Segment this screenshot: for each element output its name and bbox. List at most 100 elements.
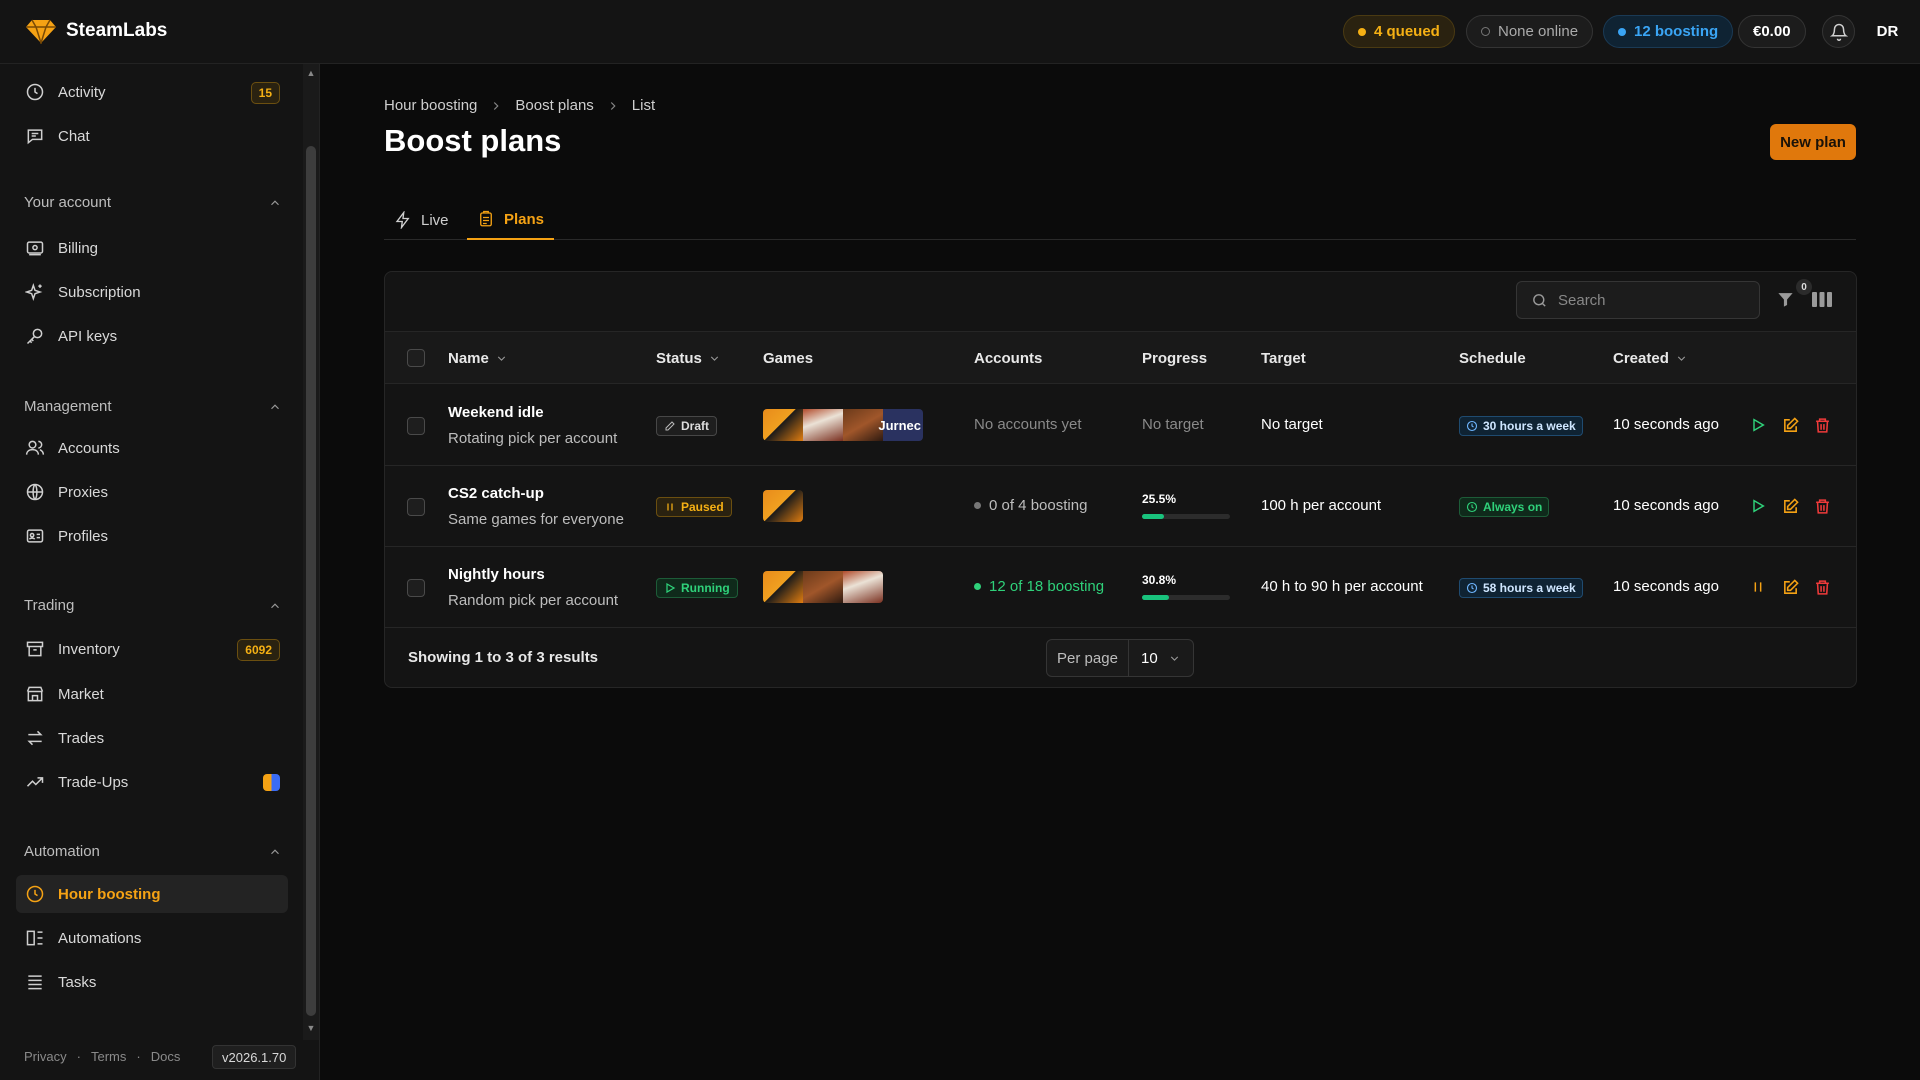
table-row[interactable]: Weekend idle Rotating pick per account D… xyxy=(385,385,1856,466)
chevron-right-icon xyxy=(606,99,620,113)
app-logo[interactable]: SteamLabs xyxy=(26,18,167,44)
new-plan-button[interactable]: New plan xyxy=(1770,124,1856,160)
filter-icon xyxy=(1778,293,1793,307)
edit-button[interactable] xyxy=(1780,415,1800,435)
bell-icon xyxy=(1829,23,1848,41)
queued-pill[interactable]: 4 queued xyxy=(1343,15,1455,48)
plan-name[interactable]: Nightly hours xyxy=(448,566,545,583)
search-icon xyxy=(1533,293,1546,307)
sidebar-item-tasks[interactable]: Tasks xyxy=(16,963,288,1001)
section-trading[interactable]: Trading xyxy=(24,597,282,614)
game-thumb-cs2 xyxy=(763,490,803,522)
edit-button[interactable] xyxy=(1780,577,1800,597)
select-all-checkbox[interactable] xyxy=(407,349,425,367)
column-label: Accounts xyxy=(974,350,1043,367)
scroll-down-arrow[interactable]: ▼ xyxy=(306,1023,316,1033)
created-value: 10 seconds ago xyxy=(1613,497,1719,514)
balance-pill[interactable]: €0.00 xyxy=(1738,15,1806,48)
delete-button[interactable] xyxy=(1812,415,1832,435)
schedule-badge: Always on xyxy=(1459,497,1550,517)
play-icon xyxy=(1753,418,1765,432)
sidebar-item-label: Billing xyxy=(58,239,99,257)
chevron-down-icon xyxy=(497,356,505,361)
sidebar-item-proxies[interactable]: Proxies xyxy=(16,473,288,511)
docs-link[interactable]: Docs xyxy=(151,1049,181,1064)
breadcrumb-item[interactable]: Boost plans xyxy=(515,97,593,114)
section-management[interactable]: Management xyxy=(24,398,282,415)
sidebar-item-trade-ups[interactable]: Trade-Ups xyxy=(16,763,288,801)
edit-icon xyxy=(1783,497,1799,513)
delete-button[interactable] xyxy=(1812,496,1832,516)
delete-button[interactable] xyxy=(1812,577,1832,597)
terms-link[interactable]: Terms xyxy=(91,1049,126,1064)
status-dot xyxy=(974,502,981,509)
created-value: 10 seconds ago xyxy=(1613,416,1719,433)
row-checkbox[interactable] xyxy=(407,579,425,597)
section-automation[interactable]: Automation xyxy=(24,843,282,860)
sidebar-item-subscription[interactable]: Subscription xyxy=(16,273,288,311)
per-page-value[interactable]: 10 xyxy=(1129,650,1193,667)
sidebar-item-automations[interactable]: Automations xyxy=(16,919,288,957)
trend-up-icon xyxy=(24,771,46,793)
start-button[interactable] xyxy=(1748,496,1768,516)
plan-name[interactable]: CS2 catch-up xyxy=(448,485,544,502)
tab-live[interactable]: Live xyxy=(384,200,459,240)
table-row[interactable]: Nightly hours Random pick per account Ru… xyxy=(385,547,1856,628)
sidebar-item-accounts[interactable]: Accounts xyxy=(16,429,288,467)
boosting-pill[interactable]: 12 boosting xyxy=(1603,15,1734,48)
notifications-button[interactable] xyxy=(1822,15,1855,48)
section-your-account[interactable]: Your account xyxy=(24,194,282,211)
privacy-link[interactable]: Privacy xyxy=(24,1049,67,1064)
breadcrumb-item[interactable]: Hour boosting xyxy=(384,97,477,114)
sidebar-item-profiles[interactable]: Profiles xyxy=(16,517,288,555)
clock-icon xyxy=(1466,501,1478,513)
sidebar-item-api-keys[interactable]: API keys xyxy=(16,317,288,355)
column-target: Target xyxy=(1261,332,1306,385)
sidebar-item-inventory[interactable]: Inventory 6092 xyxy=(16,630,288,668)
pause-button[interactable] xyxy=(1748,577,1768,597)
edit-button[interactable] xyxy=(1780,496,1800,516)
column-accounts: Accounts xyxy=(974,332,1042,385)
sidebar-item-label: Chat xyxy=(58,127,90,145)
pause-icon xyxy=(1754,582,1762,592)
start-button[interactable] xyxy=(1748,415,1768,435)
sidebar-item-market[interactable]: Market xyxy=(16,675,288,713)
key-icon xyxy=(24,325,46,347)
column-name[interactable]: Name xyxy=(448,332,508,385)
sidebar-item-billing[interactable]: Billing xyxy=(16,229,288,267)
column-status[interactable]: Status xyxy=(656,332,721,385)
filter-button[interactable] xyxy=(1776,290,1795,309)
user-avatar[interactable]: DR xyxy=(1870,15,1905,48)
sidebar-item-label: Hour boosting xyxy=(58,885,161,903)
row-checkbox[interactable] xyxy=(407,417,425,435)
sidebar-scroll-thumb[interactable] xyxy=(306,146,316,1016)
progress-fill xyxy=(1142,514,1165,519)
sidebar-item-activity[interactable]: Activity 15 xyxy=(16,73,288,111)
row-checkbox[interactable] xyxy=(407,498,425,516)
columns-button[interactable] xyxy=(1812,291,1832,308)
table-row[interactable]: CS2 catch-up Same games for everyone Pau… xyxy=(385,466,1856,547)
sidebar-item-label: Tasks xyxy=(58,973,97,991)
search-input[interactable]: Search xyxy=(1516,281,1760,319)
sidebar-item-trades[interactable]: Trades xyxy=(16,719,288,757)
tab-plans[interactable]: Plans xyxy=(467,200,555,240)
column-schedule: Schedule xyxy=(1459,332,1526,385)
separator-dot: · xyxy=(76,1049,81,1064)
online-pill[interactable]: None online xyxy=(1466,15,1594,48)
progress-fill xyxy=(1142,595,1170,600)
per-page-select[interactable]: Per page 10 xyxy=(1046,639,1194,677)
scroll-up-arrow[interactable]: ▲ xyxy=(306,68,316,78)
boosting-dot xyxy=(1618,27,1626,36)
chevron-down-icon xyxy=(1170,655,1179,661)
game-thumb-dayz xyxy=(843,409,883,441)
sidebar-item-hour-boosting[interactable]: Hour boosting xyxy=(16,875,288,913)
column-created[interactable]: Created xyxy=(1613,332,1688,385)
schedule-label: 58 hours a week xyxy=(1483,581,1576,595)
lightning-icon xyxy=(395,211,410,229)
sidebar-item-label: API keys xyxy=(58,327,118,345)
sidebar-item-chat[interactable]: Chat xyxy=(16,117,288,155)
list-icon xyxy=(24,971,46,993)
plan-name[interactable]: Weekend idle xyxy=(448,404,544,421)
status-label: Draft xyxy=(681,419,710,433)
target-value: 100 h per account xyxy=(1261,497,1382,514)
